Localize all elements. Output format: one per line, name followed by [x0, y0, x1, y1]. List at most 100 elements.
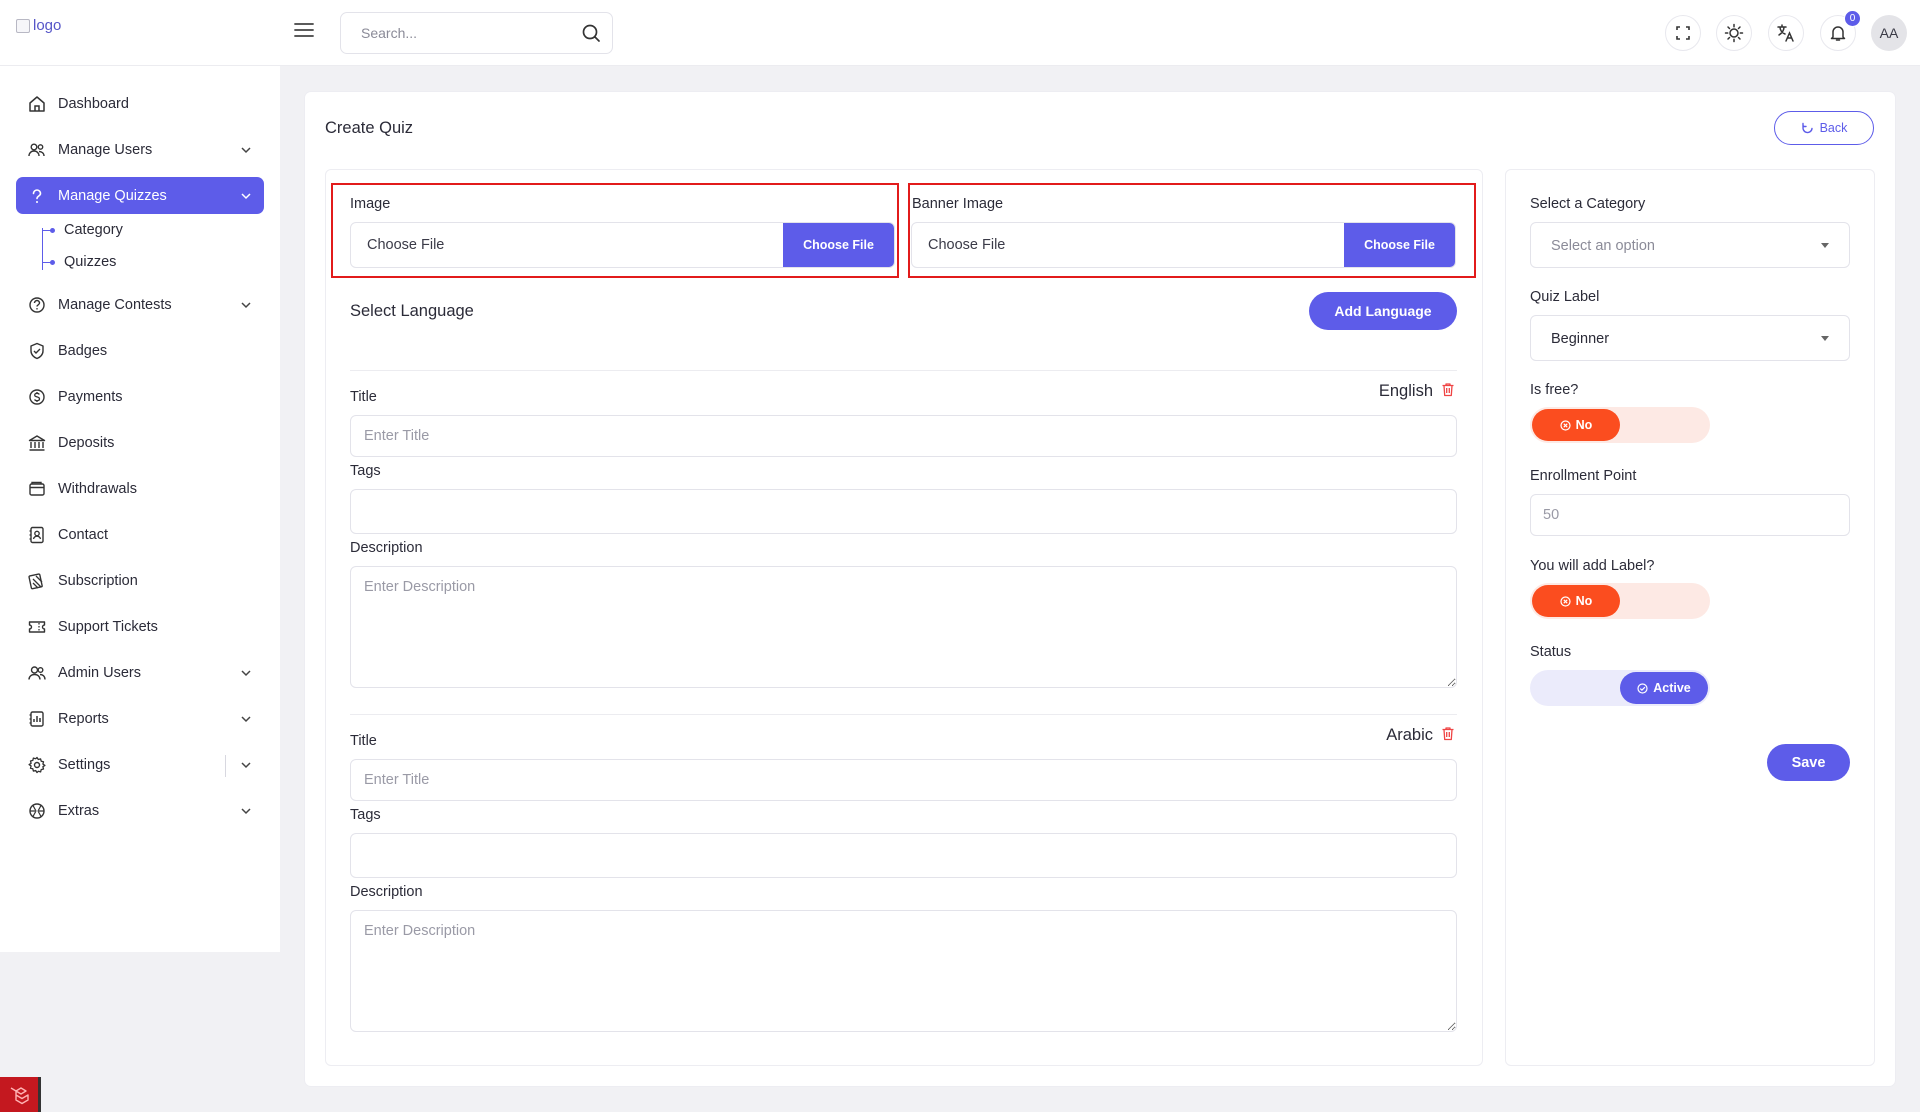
top-bar: logo 0 AA: [0, 0, 1920, 66]
dollar-icon: [29, 389, 45, 405]
select-language-title: Select Language: [350, 302, 474, 320]
sidebar-item-withdrawals[interactable]: Withdrawals: [16, 470, 264, 507]
translate-icon: [1777, 24, 1794, 42]
sidebar-item-support-tickets[interactable]: Support Tickets: [16, 608, 264, 645]
is-free-toggle[interactable]: No: [1530, 407, 1710, 443]
sidebar-item-extras[interactable]: Extras: [16, 792, 264, 829]
toggle-label: No: [1575, 418, 1593, 432]
status-toggle[interactable]: Active: [1530, 670, 1710, 706]
quiz-label-select[interactable]: Beginner: [1530, 315, 1850, 361]
sidebar-item-label: Contact: [58, 527, 108, 543]
toggle-knob: No: [1532, 585, 1620, 617]
back-button[interactable]: Back: [1774, 111, 1874, 145]
chevron-down-icon: [241, 193, 251, 200]
category-label: Select a Category: [1530, 196, 1646, 212]
sidebar-item-deposits[interactable]: Deposits: [16, 424, 264, 461]
logo[interactable]: logo: [16, 17, 61, 34]
enrollment-point-input[interactable]: [1530, 494, 1850, 536]
banner-file-input[interactable]: Choose File Choose File: [911, 222, 1456, 268]
notification-count-badge: 0: [1844, 10, 1861, 27]
english-description-textarea[interactable]: [350, 566, 1457, 688]
sidebar-item-label: Extras: [58, 803, 100, 819]
is-free-label: Is free?: [1530, 382, 1579, 398]
toggle-knob: Active: [1620, 672, 1708, 704]
category-select[interactable]: Select an option: [1530, 222, 1850, 268]
sidebar-item-label: Admin Users: [58, 665, 141, 681]
arabic-description-textarea[interactable]: [350, 910, 1457, 1032]
fullscreen-button[interactable]: [1665, 15, 1701, 51]
bank-icon: [28, 435, 46, 451]
trash-icon[interactable]: [1441, 726, 1455, 741]
title-label: Title: [350, 389, 377, 405]
chevron-down-icon: [241, 762, 251, 769]
sidebar-item-label: Manage Contests: [58, 297, 172, 313]
title-label: Title: [350, 733, 377, 749]
category-select-value: Select an option: [1551, 238, 1655, 254]
save-button[interactable]: Save: [1767, 744, 1850, 781]
sidebar-item-admin-users[interactable]: Admin Users: [16, 654, 264, 691]
refresh-icon: [1801, 122, 1813, 133]
arabic-title-input[interactable]: [350, 759, 1457, 801]
add-label-label: You will add Label?: [1530, 558, 1655, 574]
menu-toggle-icon[interactable]: [293, 19, 315, 41]
submenu-connector: [42, 228, 55, 233]
arabic-tags-input[interactable]: [350, 833, 1457, 878]
chevron-down-icon: [241, 670, 251, 677]
sidebar-item-manage-users[interactable]: Manage Users: [16, 131, 264, 168]
english-tags-input[interactable]: [350, 489, 1457, 534]
add-language-button[interactable]: Add Language: [1309, 292, 1457, 330]
add-label-toggle[interactable]: No: [1530, 583, 1710, 619]
sidebar-item-label: Subscription: [58, 573, 138, 589]
ticket-icon: [28, 621, 46, 633]
page-title: Create Quiz: [325, 119, 414, 137]
theme-toggle-button[interactable]: [1716, 15, 1752, 51]
trash-icon[interactable]: [1441, 382, 1455, 397]
file-input-text: Choose File: [928, 237, 1006, 253]
extras-icon: [29, 803, 45, 819]
language-name-arabic: Arabic: [1386, 726, 1433, 744]
x-circle-icon: [1560, 419, 1571, 431]
sidebar-item-badges[interactable]: Badges: [16, 332, 264, 369]
file-input-text: Choose File: [367, 237, 445, 253]
image-label: Image: [350, 196, 391, 212]
sidebar-subitem-quizzes[interactable]: Quizzes: [64, 254, 116, 270]
badge-icon: [30, 342, 44, 360]
choose-file-button[interactable]: Choose File: [1344, 223, 1455, 267]
image-file-input[interactable]: Choose File Choose File: [350, 222, 895, 268]
sidebar-item-label: Reports: [58, 711, 109, 727]
sidebar-item-dashboard[interactable]: Dashboard: [16, 85, 264, 122]
sidebar-item-label: Payments: [58, 389, 123, 405]
toggle-knob: No: [1532, 409, 1620, 441]
sidebar-item-settings[interactable]: Settings: [16, 746, 264, 783]
reports-icon: [29, 711, 44, 727]
description-label: Description: [350, 540, 423, 556]
sidebar-item-label: Manage Users: [58, 142, 153, 158]
divider: [350, 370, 1457, 371]
subscription-icon: [28, 573, 43, 590]
laravel-icon[interactable]: [0, 1077, 41, 1112]
choose-file-button[interactable]: Choose File: [783, 223, 894, 267]
sidebar-item-subscription[interactable]: Subscription: [16, 562, 264, 599]
sidebar-item-payments[interactable]: Payments: [16, 378, 264, 415]
sidebar-item-contact[interactable]: Contact: [16, 516, 264, 553]
search-input[interactable]: [341, 13, 571, 53]
fullscreen-icon: [1676, 26, 1690, 40]
sidebar-item-label: Badges: [58, 343, 108, 359]
avatar[interactable]: AA: [1871, 15, 1907, 51]
gear-icon: [28, 756, 46, 774]
sidebar-item-label: Deposits: [58, 435, 115, 451]
sidebar-item-label: Settings: [58, 757, 111, 773]
chevron-down-icon: [241, 808, 251, 815]
sidebar-item-reports[interactable]: Reports: [16, 700, 264, 737]
english-title-input[interactable]: [350, 415, 1457, 457]
check-circle-icon: [1637, 682, 1648, 694]
sidebar-item-manage-quizzes[interactable]: Manage Quizzes: [16, 177, 264, 214]
sidebar-item-manage-contests[interactable]: Manage Contests: [16, 286, 264, 323]
search-icon[interactable]: [580, 22, 602, 44]
tags-label: Tags: [350, 807, 381, 823]
question-icon: [32, 189, 42, 203]
submenu-tree-line: [42, 228, 43, 270]
bell-icon: [1830, 26, 1846, 41]
language-button[interactable]: [1768, 15, 1804, 51]
sidebar-subitem-category[interactable]: Category: [64, 222, 123, 238]
